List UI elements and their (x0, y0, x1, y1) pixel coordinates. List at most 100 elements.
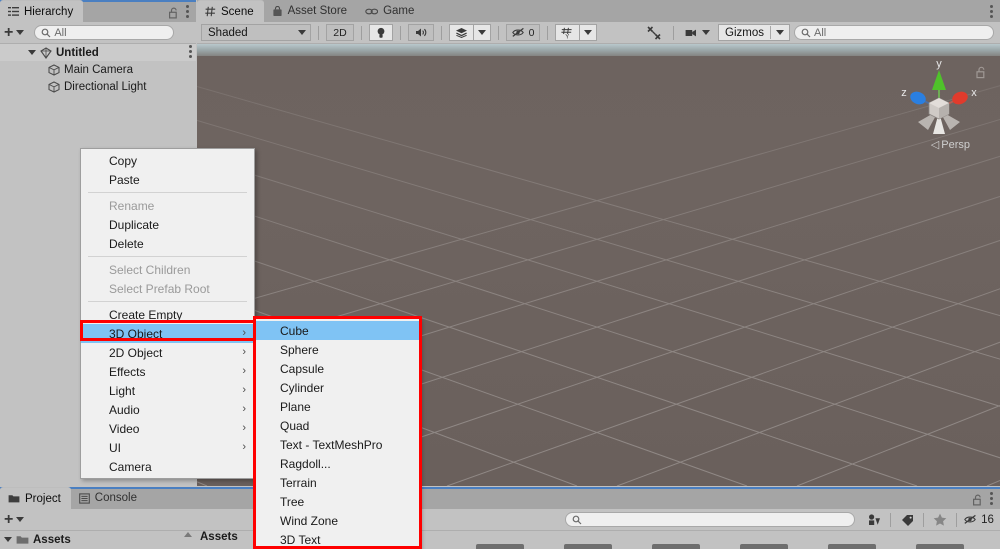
menu-item-2d-object[interactable]: 2D Object › (81, 343, 254, 362)
game-controller-icon (365, 6, 379, 17)
tab-game[interactable]: Game (357, 0, 424, 22)
submenu-item-quad[interactable]: Quad (256, 416, 419, 435)
scene-camera-button[interactable] (681, 24, 714, 41)
breadcrumb[interactable]: Assets (200, 531, 238, 543)
gizmos-dropdown[interactable]: Gizmos (718, 24, 790, 41)
submenu-item-cube[interactable]: Cube (256, 321, 419, 340)
project-search-input[interactable] (565, 512, 855, 527)
toggle-lighting-button[interactable] (369, 24, 393, 41)
draw-mode-dropdown[interactable]: Shaded (201, 24, 311, 41)
filter-by-type-icon (867, 513, 881, 526)
menu-item-video[interactable]: Video › (81, 419, 254, 438)
chevron-down-icon (16, 517, 25, 522)
project-add-button[interactable]: + (4, 510, 25, 528)
submenu-item-tree[interactable]: Tree (256, 492, 419, 511)
menu-item-effects[interactable]: Effects › (81, 362, 254, 381)
toolbar-separator (890, 512, 891, 527)
grid-dropdown-group: Y (555, 24, 597, 41)
filter-by-type-button[interactable] (861, 511, 887, 528)
submenu-item-capsule[interactable]: Capsule (256, 359, 419, 378)
kebab-menu-icon[interactable] (186, 5, 189, 20)
folder-icon (16, 534, 29, 545)
submenu-item-3d-text[interactable]: 3D Text (256, 530, 419, 549)
toolbar-separator (956, 512, 957, 527)
scene-search-input[interactable]: All (794, 25, 994, 40)
tab-scene-label: Scene (221, 5, 254, 18)
project-toolbar: + 16 (0, 509, 1000, 531)
menu-item-paste[interactable]: Paste (81, 170, 254, 189)
menu-item-light[interactable]: Light › (81, 381, 254, 400)
hierarchy-item-directional-light[interactable]: Directional Light (0, 78, 196, 95)
menu-item-camera[interactable]: Camera (81, 457, 254, 476)
grid-dropdown-button[interactable] (579, 24, 597, 41)
toggle-grid-button[interactable]: Y (555, 24, 579, 41)
hierarchy-item-label: Directional Light (64, 80, 147, 93)
menu-item-delete[interactable]: Delete (81, 234, 254, 253)
submenu-item-cylinder[interactable]: Cylinder (256, 378, 419, 397)
chevron-down-icon[interactable] (4, 537, 12, 542)
menu-item-ui[interactable]: UI › (81, 438, 254, 457)
submenu-item-plane[interactable]: Plane (256, 397, 419, 416)
favorites-button[interactable] (927, 511, 953, 528)
tab-project[interactable]: Project (0, 487, 71, 509)
asset-thumbnail[interactable] (828, 544, 876, 549)
chevron-down-icon[interactable] (28, 50, 36, 55)
hierarchy-scene-row[interactable]: Untitled (0, 44, 196, 61)
menu-item-create-empty[interactable]: Create Empty (81, 305, 254, 324)
toggle-audio-button[interactable] (408, 24, 434, 41)
hierarchy-search-input[interactable]: All (34, 25, 175, 40)
menu-item-3d-object[interactable]: 3D Object › (81, 324, 254, 343)
tab-hierarchy[interactable]: Hierarchy (0, 0, 84, 22)
scene-tabbar-actions (990, 5, 1000, 22)
lock-open-icon[interactable] (973, 494, 983, 506)
hierarchy-context-menu[interactable]: Copy Paste Rename Duplicate Delete Selec… (80, 148, 255, 479)
unity-editor-window: Hierarchy + All Untitled Main Camera Dir… (0, 0, 1000, 549)
project-tree-row-assets[interactable]: Assets (0, 531, 196, 548)
scrollbar-up-arrow[interactable] (184, 532, 192, 537)
hierarchy-item-main-camera[interactable]: Main Camera (0, 61, 196, 78)
toggle-effects-button[interactable] (449, 24, 473, 41)
hidden-objects-count: 0 (528, 26, 535, 39)
submenu-item-text-textmeshpro[interactable]: Text - TextMeshPro (256, 435, 419, 454)
lock-open-icon[interactable] (169, 7, 179, 19)
asset-thumbnail[interactable] (652, 544, 700, 549)
toggle-2d-button[interactable]: 2D (326, 24, 354, 41)
scene-projection-label[interactable]: ◁ Persp (931, 138, 970, 151)
asset-thumbnail[interactable] (740, 544, 788, 549)
hidden-objects-button[interactable]: 0 (506, 24, 540, 41)
kebab-menu-icon[interactable] (189, 45, 192, 60)
submenu-item-sphere[interactable]: Sphere (256, 340, 419, 359)
filter-by-label-button[interactable] (894, 511, 920, 528)
hierarchy-toolbar: + All (0, 22, 196, 44)
hidden-packages-button[interactable]: 16 (960, 511, 998, 528)
menu-item-audio[interactable]: Audio › (81, 400, 254, 419)
submenu-item-wind-zone[interactable]: Wind Zone (256, 511, 419, 530)
speaker-icon (415, 27, 428, 38)
menu-separator (88, 301, 247, 302)
gizmos-label: Gizmos (725, 26, 764, 39)
console-icon (78, 492, 90, 504)
tab-console[interactable]: Console (71, 487, 147, 509)
tab-scene[interactable]: Scene (197, 0, 264, 22)
project-tree-label: Assets (33, 533, 71, 546)
scene-tools-button[interactable] (642, 24, 666, 41)
asset-thumbnail[interactable] (916, 544, 964, 549)
submenu-item-terrain[interactable]: Terrain (256, 473, 419, 492)
tab-asset-store[interactable]: Asset Store (264, 0, 357, 22)
add-plus-icon: + (4, 510, 14, 528)
scene-search-placeholder: All (814, 26, 827, 39)
submenu-item-ragdoll[interactable]: Ragdoll... (256, 454, 419, 473)
chevron-down-icon (298, 30, 306, 35)
effects-dropdown-button[interactable] (473, 24, 491, 41)
menu-item-copy[interactable]: Copy (81, 151, 254, 170)
3d-object-submenu[interactable]: Cube Sphere Capsule Cylinder Plane Quad … (255, 318, 420, 549)
kebab-menu-icon[interactable] (990, 5, 993, 20)
asset-thumbnail[interactable] (564, 544, 612, 549)
scene-toolbar-right: Gizmos All (642, 24, 1000, 41)
chevron-down-icon[interactable] (771, 30, 789, 35)
project-body: Assets Apartment Door Assets (0, 531, 1000, 549)
kebab-menu-icon[interactable] (990, 492, 993, 507)
menu-item-duplicate[interactable]: Duplicate (81, 215, 254, 234)
asset-thumbnail[interactable] (476, 544, 524, 549)
hierarchy-add-button[interactable]: + (4, 24, 25, 41)
